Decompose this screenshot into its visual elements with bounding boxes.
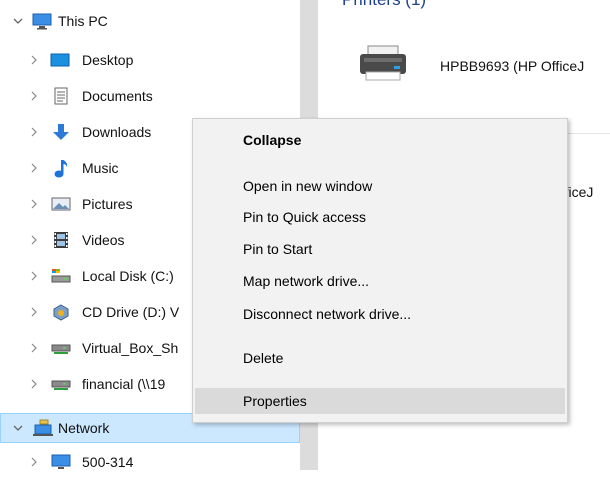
menu-item-delete[interactable]: Delete: [195, 345, 565, 371]
nav-item-label: Videos: [82, 232, 125, 248]
videos-icon: [52, 231, 70, 249]
nav-item-label: Music: [82, 160, 119, 176]
monitor-icon: [32, 12, 52, 30]
nav-item-label: financial (\\19: [82, 376, 166, 392]
nav-item-label: Documents: [82, 88, 153, 104]
nav-item-desktop[interactable]: Desktop: [0, 45, 300, 75]
documents-icon: [52, 87, 70, 105]
network-icon: [32, 419, 53, 437]
menu-item-disconnect-network-drive[interactable]: Disconnect network drive...: [195, 301, 565, 327]
chevron-right-icon[interactable]: [28, 88, 40, 104]
chevron-right-icon[interactable]: [28, 376, 40, 392]
chevron-right-icon[interactable]: [28, 340, 40, 356]
menu-item-map-network-drive[interactable]: Map network drive...: [195, 268, 565, 294]
desktop-icon: [50, 51, 70, 69]
menu-item-properties[interactable]: Properties: [195, 388, 565, 414]
chevron-right-icon[interactable]: [28, 160, 40, 176]
cd-drive-icon: [51, 303, 69, 321]
nav-item-label: Pictures: [82, 196, 133, 212]
nav-item-documents[interactable]: Documents: [0, 81, 300, 111]
nav-item-this-pc[interactable]: This PC: [0, 6, 300, 36]
nav-item-label: Desktop: [82, 52, 134, 68]
group-header-printers[interactable]: Printers (1): [342, 0, 426, 10]
pictures-icon: [51, 195, 71, 213]
network-drive-icon: [51, 339, 71, 357]
chevron-right-icon[interactable]: [28, 304, 40, 320]
nav-item-label: Virtual_Box_Sh: [82, 340, 179, 356]
nav-item-label: Network: [58, 420, 110, 436]
nav-item-label: Downloads: [82, 124, 152, 140]
nav-item-label: This PC: [58, 13, 108, 29]
chevron-right-icon[interactable]: [28, 196, 40, 212]
chevron-right-icon[interactable]: [28, 124, 40, 140]
context-menu: Collapse Open in new window Pin to Quick…: [192, 118, 568, 423]
computer-icon: [51, 453, 71, 471]
network-drive-icon: [51, 375, 71, 393]
chevron-right-icon[interactable]: [28, 52, 40, 68]
menu-item-collapse[interactable]: Collapse: [195, 127, 565, 153]
printer-icon[interactable]: [358, 44, 410, 84]
chevron-down-icon[interactable]: [12, 13, 24, 29]
drive-icon: [51, 267, 71, 285]
menu-item-pin-to-quick-access[interactable]: Pin to Quick access: [195, 204, 565, 230]
chevron-right-icon[interactable]: [28, 454, 40, 470]
nav-item-label: Local Disk (C:): [82, 268, 174, 284]
menu-item-open-in-new-window[interactable]: Open in new window: [195, 173, 565, 199]
nav-item-computer-500-314[interactable]: 500-314: [0, 450, 300, 480]
download-icon: [51, 123, 69, 141]
chevron-right-icon[interactable]: [28, 232, 40, 248]
printer-name[interactable]: HPBB9693 (HP OfficeJ: [440, 58, 584, 74]
nav-item-label: CD Drive (D:) V: [82, 304, 180, 320]
chevron-down-icon[interactable]: [12, 420, 24, 436]
menu-item-pin-to-start[interactable]: Pin to Start: [195, 236, 565, 262]
chevron-right-icon[interactable]: [28, 268, 40, 284]
nav-item-label: 500-314: [82, 454, 134, 470]
music-icon: [52, 159, 70, 178]
